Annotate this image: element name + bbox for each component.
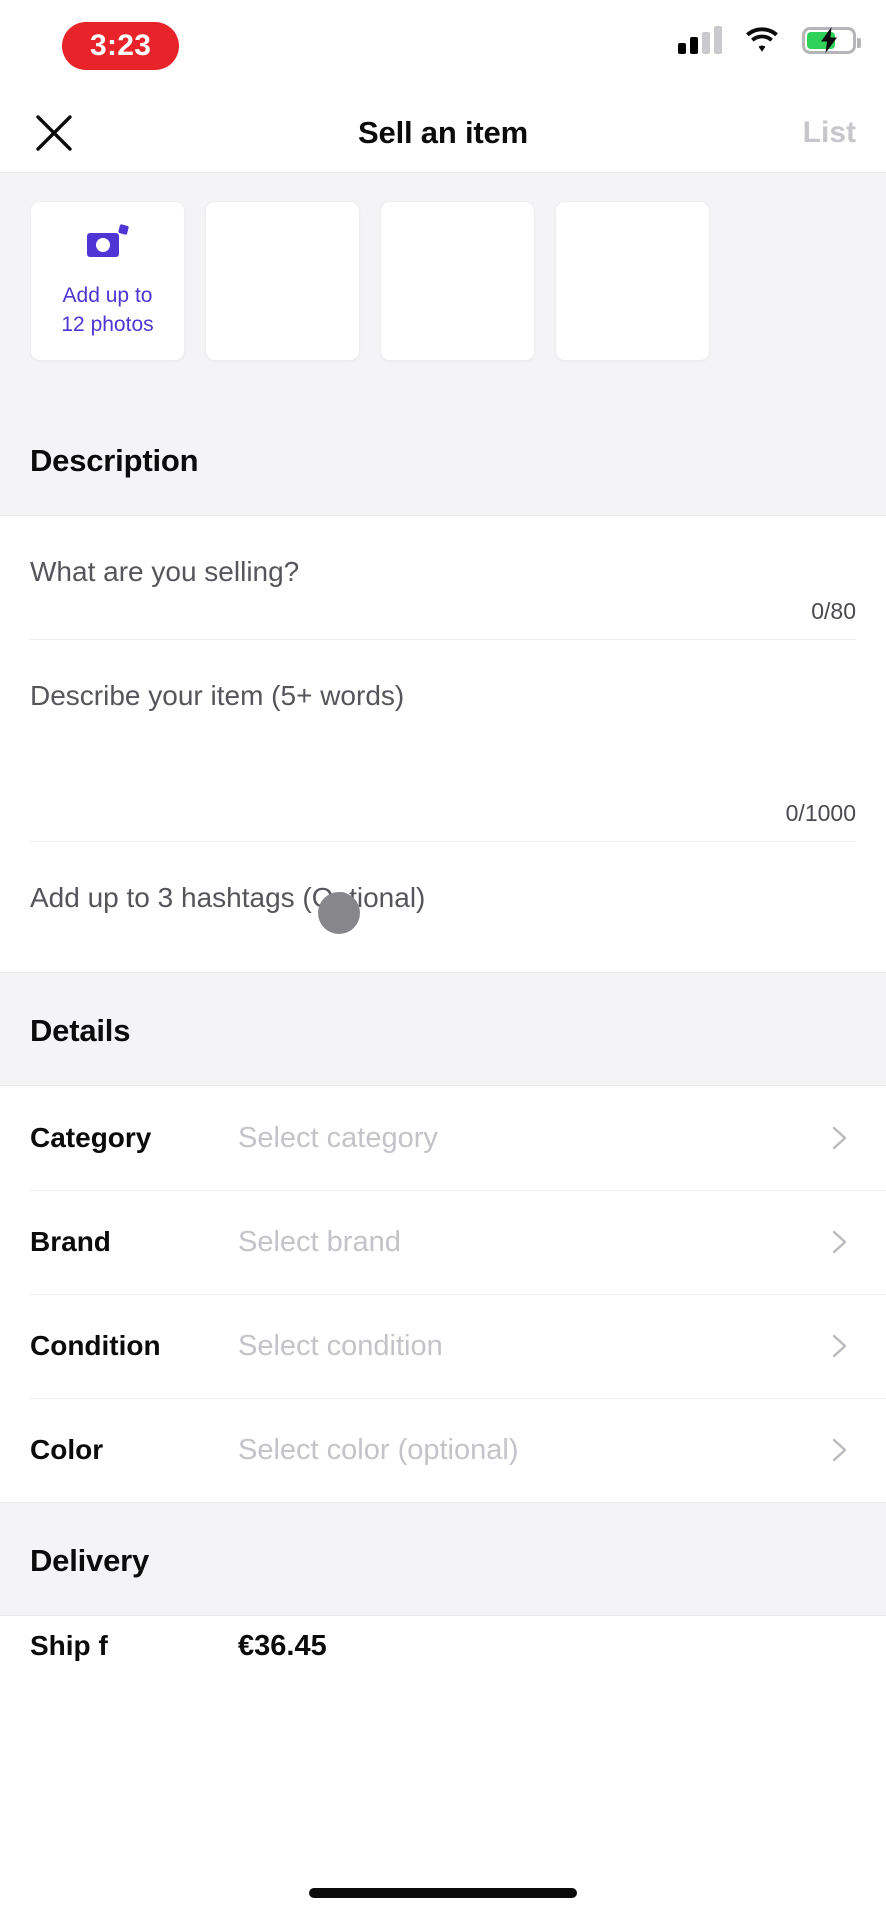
cellular-signal-icon (678, 26, 722, 54)
chevron-right-icon (832, 1438, 847, 1462)
brand-label: Brand (30, 1226, 111, 1257)
item-description-field[interactable]: Describe your item (5+ words) 0/1000 (0, 640, 886, 842)
screen-recording-pill[interactable]: 3:23 (62, 22, 180, 70)
hashtags-field[interactable]: Add up to 3 hashtags (Optional) (0, 842, 886, 972)
item-title-placeholder: What are you selling? (30, 556, 300, 587)
touch-indicator (318, 892, 360, 934)
item-description-counter: 0/1000 (785, 800, 856, 826)
description-input-area[interactable] (30, 712, 856, 790)
sell-an-item-screen: 3:23 Sell an item List Add up to 12 phot… (0, 0, 886, 1920)
hashtags-placeholder: Add up to 3 hashtags (Optional) (30, 882, 426, 913)
close-button[interactable] (30, 109, 78, 157)
detail-row-ship-from[interactable]: Ship f €36.45 (0, 1616, 886, 1676)
photo-slot-1-add-photos[interactable]: Add up to 12 photos (30, 201, 185, 361)
battery-charging-icon (802, 26, 861, 54)
close-icon (36, 115, 72, 151)
item-title-counter: 0/80 (811, 598, 856, 624)
detail-row-category[interactable]: Category Select category (0, 1086, 886, 1190)
condition-label: Condition (30, 1330, 161, 1361)
detail-row-brand[interactable]: Brand Select brand (0, 1190, 886, 1294)
category-value: Select category (238, 1121, 438, 1154)
details-section-heading: Details (0, 972, 886, 1086)
color-value: Select color (optional) (238, 1433, 519, 1466)
add-photos-line2: 12 photos (61, 312, 154, 336)
home-indicator[interactable] (309, 1888, 577, 1898)
details-rows: Category Select category Brand Select br… (0, 1086, 886, 1502)
chevron-right-icon (832, 1334, 847, 1358)
color-label: Color (30, 1434, 104, 1465)
wifi-icon (744, 26, 780, 54)
photo-section: Add up to 12 photos (0, 172, 886, 403)
item-description-placeholder: Describe your item (5+ words) (30, 680, 405, 711)
item-title-field[interactable]: What are you selling? 0/80 (0, 516, 886, 640)
category-label: Category (30, 1122, 152, 1153)
description-section-heading: Description (0, 403, 886, 516)
page-title: Sell an item (358, 115, 528, 150)
description-fields: What are you selling? 0/80 Describe your… (0, 516, 886, 972)
photo-slot-3[interactable] (380, 201, 535, 361)
detail-row-condition[interactable]: Condition Select condition (0, 1294, 886, 1398)
photo-slot-1-label: Add up to 12 photos (61, 282, 153, 339)
nav-bar: Sell an item List (0, 94, 886, 172)
ship-from-value: €36.45 (238, 1629, 327, 1662)
recording-time: 3:23 (90, 29, 152, 62)
status-icons (678, 26, 861, 54)
chevron-right-icon (832, 1126, 847, 1150)
status-bar: 3:23 (0, 0, 886, 94)
brand-value: Select brand (238, 1225, 401, 1258)
list-button[interactable]: List (803, 116, 856, 150)
camera-icon (86, 223, 130, 268)
condition-value: Select condition (238, 1329, 443, 1362)
chevron-right-icon (832, 1230, 847, 1254)
photo-slot-4[interactable] (555, 201, 710, 361)
ship-from-label: Ship f (30, 1630, 108, 1661)
add-photos-line1: Add up to (62, 284, 153, 308)
delivery-section-heading: Delivery (0, 1502, 886, 1616)
detail-row-color[interactable]: Color Select color (optional) (0, 1398, 886, 1502)
photo-strip: Add up to 12 photos (0, 201, 886, 361)
photo-slot-2[interactable] (205, 201, 360, 361)
